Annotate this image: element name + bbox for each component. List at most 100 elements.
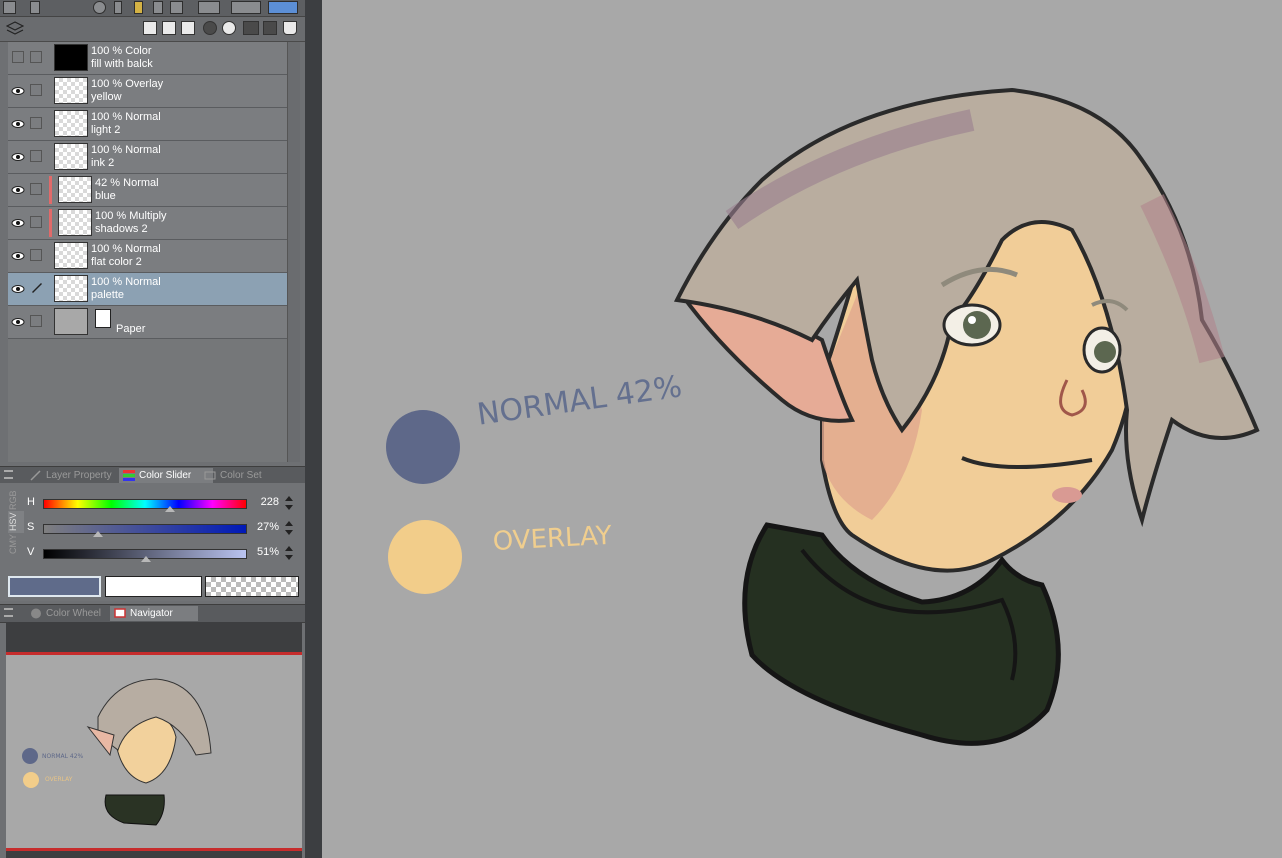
- main-color-swatch[interactable]: [8, 576, 101, 597]
- transparent-color-swatch[interactable]: [205, 576, 299, 597]
- panel-divider[interactable]: [305, 0, 322, 858]
- saturation-spinner[interactable]: [284, 520, 294, 536]
- layer-thumbnail: [54, 44, 88, 71]
- eye-icon[interactable]: [11, 315, 25, 329]
- saturation-value[interactable]: 27%: [249, 521, 279, 533]
- value-slider[interactable]: V 51%: [27, 543, 297, 565]
- saturation-slider[interactable]: S 27%: [27, 518, 297, 540]
- color-mode-tabs: RGB HSV CMY: [8, 489, 24, 555]
- mask-mode-icon[interactable]: [198, 1, 220, 14]
- layer-opacity-mode: 100 % Multiply: [95, 210, 167, 222]
- tab-label: Navigator: [130, 608, 173, 619]
- ruler-mode-icon[interactable]: [231, 1, 261, 14]
- saturation-track[interactable]: [43, 524, 247, 534]
- hue-spinner[interactable]: [284, 495, 294, 511]
- drawing-canvas[interactable]: NORMAL 42% OVERLAY: [322, 0, 1282, 858]
- trash-icon[interactable]: [283, 21, 297, 35]
- tab-rgb[interactable]: RGB: [8, 489, 24, 511]
- tab-color-set[interactable]: Color Set: [200, 468, 286, 483]
- layer-row[interactable]: 42 % Normal blue: [8, 174, 287, 207]
- new-raster-layer-icon[interactable]: [143, 21, 157, 35]
- layer-opacity-mode: 100 % Normal: [91, 276, 161, 288]
- value-knob[interactable]: [141, 556, 152, 562]
- lock-icon[interactable]: [153, 1, 163, 14]
- layer-label: 100 % Normal ink 2: [91, 144, 161, 170]
- palette-menu-icon[interactable]: [4, 608, 13, 617]
- layer-row[interactable]: 100 % Normal flat color 2: [8, 240, 287, 273]
- reference-layer-icon[interactable]: [134, 1, 143, 14]
- sub-color-swatch[interactable]: [105, 576, 202, 597]
- layer-row[interactable]: 100 % Normal palette: [8, 273, 287, 306]
- hue-value[interactable]: 228: [249, 496, 279, 508]
- apply-mask-icon[interactable]: [263, 21, 277, 35]
- layer-opacity-mode: 100 % Normal: [91, 144, 161, 156]
- layer-palette-top-toolbar: [0, 0, 305, 17]
- hue-slider[interactable]: H 228: [27, 493, 297, 515]
- layer-lock-toggle[interactable]: [30, 150, 42, 162]
- layer-label: 42 % Normal blue: [95, 177, 159, 203]
- label-normal: NORMAL 42%: [475, 369, 685, 433]
- tab-hsv[interactable]: HSV: [8, 511, 24, 533]
- lock-alpha-icon[interactable]: [170, 1, 183, 14]
- navigator-frame-top: [6, 622, 302, 652]
- hue-knob[interactable]: [165, 506, 176, 512]
- color-set-icon: [204, 471, 216, 480]
- eye-icon[interactable]: [11, 249, 25, 263]
- layer-lock-toggle[interactable]: [30, 315, 42, 327]
- new-vector-layer-icon[interactable]: [162, 21, 176, 35]
- tab-layer-property[interactable]: Layer Property: [26, 468, 132, 483]
- eye-icon[interactable]: [11, 216, 25, 230]
- layer-row[interactable]: 100 % Overlay yellow: [8, 75, 287, 108]
- layer-row-paper[interactable]: Paper: [8, 306, 287, 339]
- left-panel: 100 % Color fill with balck 100 % Overlay y…: [0, 0, 305, 858]
- layer-name: blue: [95, 190, 116, 202]
- eye-icon[interactable]: [11, 150, 25, 164]
- layer-mask-icon[interactable]: [243, 21, 259, 35]
- pen-icon[interactable]: [30, 280, 44, 294]
- tab-label: Color Wheel: [46, 608, 102, 619]
- tab-color-slider[interactable]: Color Slider: [119, 468, 213, 483]
- blue-color-swatch: [386, 410, 460, 484]
- navigator-preview[interactable]: NORMAL 42% OVERLAY: [6, 622, 302, 858]
- tab-cmy[interactable]: CMY: [8, 533, 24, 555]
- transfer-down-icon[interactable]: [203, 21, 217, 35]
- layer-thumbnail: [54, 143, 88, 170]
- left-iris: [963, 311, 991, 339]
- layer-row[interactable]: 100 % Color fill with balck: [8, 42, 287, 75]
- visibility-toggle[interactable]: [12, 51, 24, 63]
- layer-lock-toggle[interactable]: [30, 249, 42, 261]
- eye-icon[interactable]: [11, 183, 25, 197]
- hue-track[interactable]: [43, 499, 247, 509]
- opacity-icon[interactable]: [93, 1, 106, 14]
- value-spinner[interactable]: [284, 545, 294, 561]
- dropdown-icon[interactable]: [30, 1, 40, 14]
- value-value[interactable]: 51%: [249, 546, 279, 558]
- eye-icon[interactable]: [11, 117, 25, 131]
- layer-name: ink 2: [91, 157, 115, 169]
- layer-row[interactable]: 100 % Multiply shadows 2: [8, 207, 287, 240]
- layer-row[interactable]: 100 % Normal light 2: [8, 108, 287, 141]
- layer-lock-toggle[interactable]: [30, 51, 42, 63]
- palette-menu-icon[interactable]: [4, 470, 13, 479]
- layer-lock-toggle[interactable]: [30, 117, 42, 129]
- clip-icon[interactable]: [114, 1, 122, 14]
- tab-navigator[interactable]: Navigator: [110, 606, 198, 621]
- left-eye-highlight: [968, 316, 976, 324]
- color-wheel-icon: [31, 608, 41, 619]
- new-folder-icon[interactable]: [181, 21, 195, 35]
- layer-color-icon[interactable]: [268, 1, 298, 14]
- layer-lock-toggle[interactable]: [30, 84, 42, 96]
- layer-lock-toggle[interactable]: [30, 216, 42, 228]
- clipping-indicator: [49, 176, 52, 204]
- merge-down-icon[interactable]: [222, 21, 236, 35]
- layer-lock-toggle[interactable]: [30, 183, 42, 195]
- layer-row[interactable]: 100 % Normal ink 2: [8, 141, 287, 174]
- layer-menu-icon[interactable]: [6, 21, 24, 37]
- blend-mode-icon[interactable]: [3, 1, 16, 14]
- layer-opacity-mode: 100 % Overlay: [91, 78, 164, 90]
- layer-palette-toolbar: [0, 17, 305, 42]
- eye-icon[interactable]: [11, 282, 25, 296]
- saturation-knob[interactable]: [92, 531, 103, 537]
- layers-scrollbar[interactable]: [287, 42, 300, 462]
- eye-icon[interactable]: [11, 84, 25, 98]
